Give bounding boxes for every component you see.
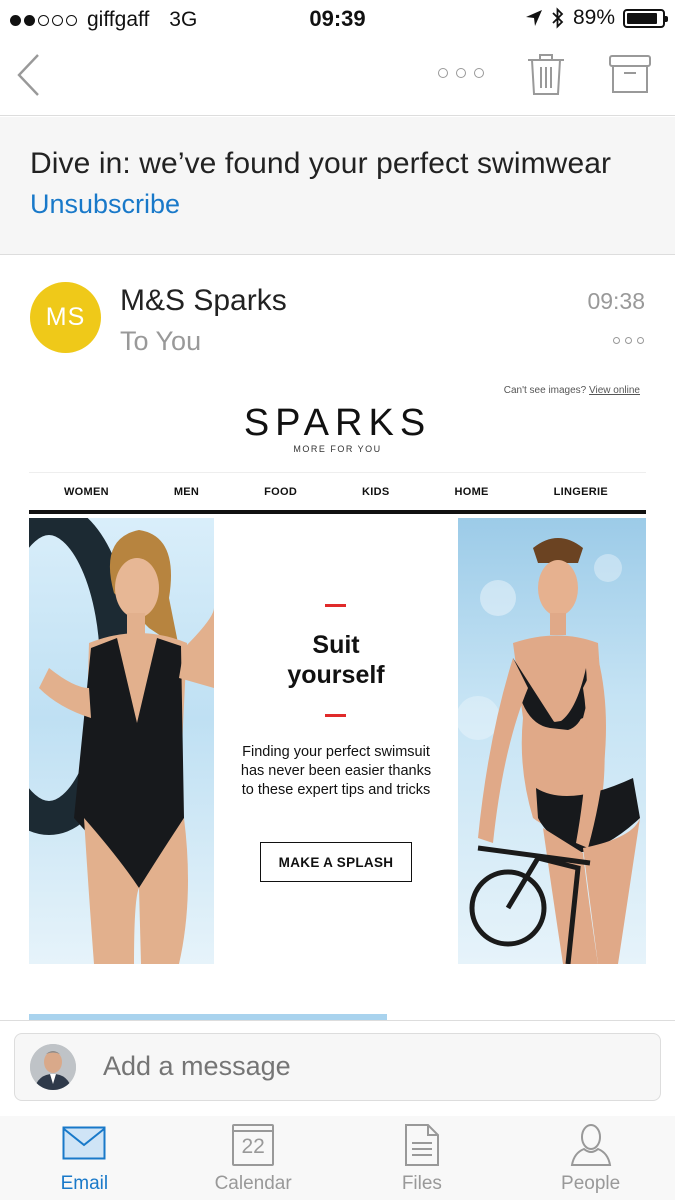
hero-title-line-1: Suit — [312, 631, 360, 659]
sender-name[interactable]: M&S Sparks — [120, 284, 287, 318]
accent-dash-bottom — [325, 714, 346, 717]
nav-food[interactable]: FOOD — [264, 486, 297, 498]
compose-area — [0, 1020, 675, 1116]
hero-image-right[interactable] — [458, 518, 646, 964]
nav-kids[interactable]: KIDS — [362, 486, 389, 498]
email-nav: WOMEN MEN FOOD KIDS HOME LINGERIE — [29, 472, 646, 514]
message-toolbar — [0, 38, 675, 116]
make-a-splash-button[interactable]: MAKE A SPLASH — [260, 842, 412, 882]
brand-logo[interactable]: SPARKS — [29, 402, 646, 445]
status-right: 89% — [525, 6, 668, 30]
hero-title: Suit yourself — [214, 630, 458, 690]
hero-title-line-2: yourself — [287, 661, 385, 689]
nav-women[interactable]: WOMEN — [64, 486, 109, 498]
nav-home[interactable]: HOME — [454, 486, 488, 498]
calendar-day: 22 — [241, 1135, 265, 1158]
tab-people-label: People — [561, 1173, 621, 1194]
nav-men[interactable]: MEN — [174, 486, 199, 498]
user-avatar — [30, 1044, 76, 1090]
battery-percent: 89% — [572, 6, 615, 29]
tab-calendar-label: Calendar — [214, 1173, 292, 1194]
more-icon[interactable] — [438, 68, 484, 78]
file-icon — [404, 1124, 439, 1166]
tab-files[interactable]: Files — [338, 1116, 507, 1200]
recipient-label[interactable]: To You — [120, 326, 201, 357]
message-subject: Dive in: we’ve found your perfect swimwe… — [30, 147, 612, 180]
unsubscribe-link[interactable]: Unsubscribe — [30, 189, 675, 220]
chevron-left-icon[interactable] — [14, 52, 44, 98]
archive-icon[interactable] — [608, 54, 652, 94]
email-content: Can't see images? View online SPARKS MOR… — [29, 380, 646, 1022]
brand-tagline: MORE FOR YOU — [293, 444, 382, 454]
tab-people[interactable]: People — [506, 1116, 675, 1200]
envelope-icon — [62, 1126, 106, 1160]
trash-icon[interactable] — [526, 52, 566, 96]
message-time: 09:38 — [587, 288, 645, 314]
tab-calendar[interactable]: 22 Calendar — [169, 1116, 338, 1200]
calendar-icon: 22 — [232, 1124, 275, 1166]
subject-area: Dive in: we’ve found your perfect swimwe… — [0, 117, 675, 255]
message-input[interactable] — [103, 1051, 643, 1082]
accent-dash-top — [325, 604, 346, 607]
battery-icon — [623, 8, 668, 28]
bluetooth-icon — [552, 7, 564, 29]
tab-email-label: Email — [60, 1173, 109, 1194]
sender-more-icon[interactable] — [613, 337, 644, 344]
hero-image-left[interactable] — [29, 518, 214, 964]
view-online-link[interactable]: View online — [589, 385, 640, 396]
person-icon — [570, 1124, 611, 1166]
hero-banner: Suit yourself Finding your perfect swims… — [29, 518, 646, 964]
cant-see-text: Can't see images? — [503, 385, 587, 396]
tab-email[interactable]: Email — [0, 1116, 169, 1200]
sender-avatar[interactable]: MS — [30, 282, 101, 353]
bottom-tab-bar: Email 22 Calendar Files People — [0, 1116, 675, 1200]
tab-files-label: Files — [401, 1173, 442, 1194]
sender-header: MS M&S Sparks To You 09:38 — [0, 256, 675, 368]
cant-see-images: Can't see images? View online — [504, 385, 640, 396]
compose-box[interactable] — [14, 1033, 661, 1101]
status-bar: giffgaff 3G 09:39 89% — [0, 0, 675, 38]
location-arrow-icon — [525, 10, 542, 26]
hero-description: Finding your perfect swimsuit has never … — [240, 744, 432, 798]
nav-lingerie[interactable]: LINGERIE — [554, 486, 608, 498]
hero-copy: Suit yourself Finding your perfect swims… — [214, 518, 458, 964]
